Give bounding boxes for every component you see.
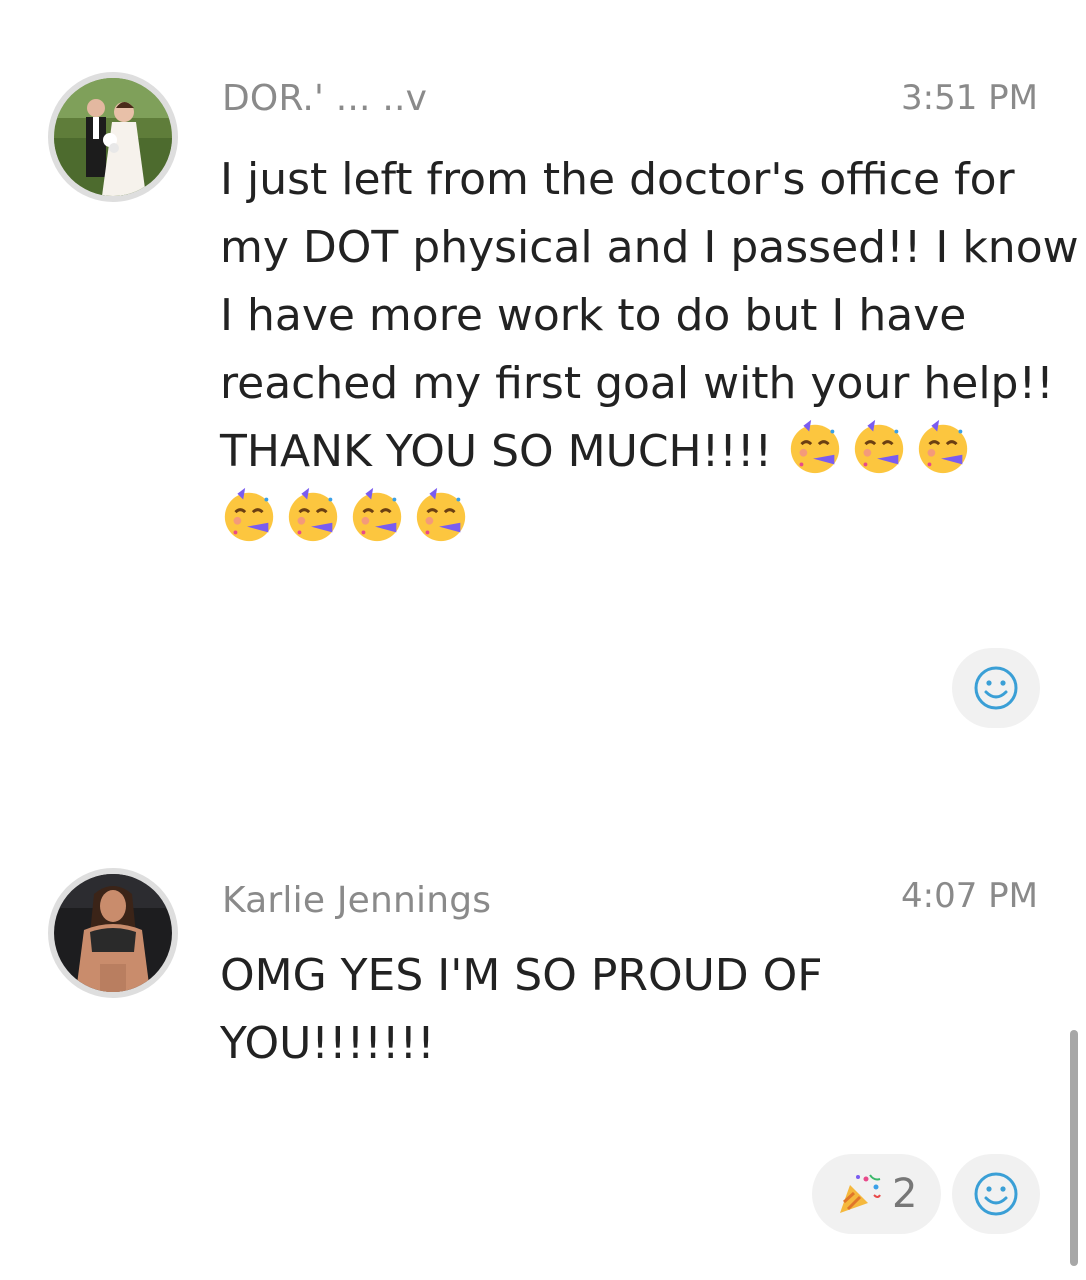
message-line-with-emoji: THANK YOU SO MUCH!!!! [220, 418, 1040, 486]
message-line: reached my first goal with your help!! [220, 358, 1054, 409]
partying-face-icon [284, 486, 342, 544]
message-author: Karlie Jennings [222, 880, 492, 921]
message-line: YOU!!!!!!! [220, 1018, 435, 1069]
message-line: THANK YOU SO MUCH!!!! [220, 426, 773, 477]
smiley-face-icon [974, 1172, 1018, 1216]
partying-face-icon [220, 486, 278, 544]
wedding-photo-avatar [54, 78, 172, 196]
message-body: I just left from the doctor's office for… [220, 146, 1079, 554]
message-timestamp: 3:51 PM [901, 78, 1038, 118]
message-body: OMG YES I'M SO PROUD OF YOU!!!!!!! [220, 942, 1040, 1078]
avatar[interactable] [48, 72, 178, 202]
partying-face-icon [348, 486, 406, 544]
partying-face-icon [850, 418, 908, 476]
reaction-count: 2 [892, 1171, 918, 1217]
add-reaction-button[interactable] [952, 648, 1040, 728]
smiley-face-icon [974, 666, 1018, 710]
message-line: I have more work to do but I have [220, 290, 967, 341]
message-timestamp: 4:07 PM [901, 876, 1038, 916]
partying-face-icon [786, 418, 844, 476]
message-line: OMG YES I'M SO PROUD OF [220, 950, 823, 1001]
scrollbar[interactable] [1070, 1030, 1078, 1266]
emoji-line [220, 486, 1040, 554]
party-popper-icon [840, 1174, 881, 1213]
message-line: I just left from the doctor's office for [220, 154, 1015, 205]
chat-thread: DOR.' ... ..v 3:51 PM I just left from t… [0, 0, 1086, 1280]
message-line: my DOT physical and I passed!! I know [220, 222, 1079, 273]
partying-face-icon [914, 418, 972, 476]
add-reaction-button[interactable] [952, 1154, 1040, 1234]
message-author: DOR.' ... ..v [222, 78, 428, 119]
partying-face-icon [412, 486, 470, 544]
avatar[interactable] [48, 868, 178, 998]
reaction-party-popper[interactable]: 2 [812, 1154, 942, 1234]
fitness-photo-avatar [54, 874, 172, 992]
